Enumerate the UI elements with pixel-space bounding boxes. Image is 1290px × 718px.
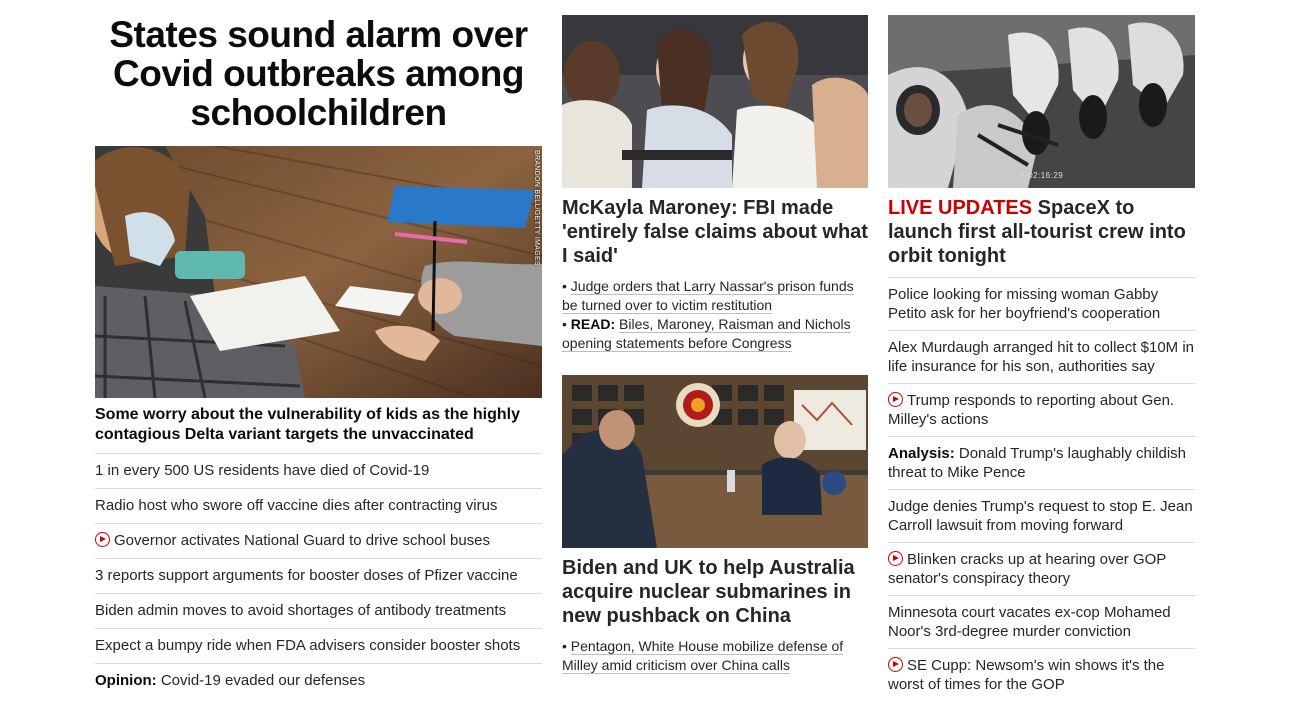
play-circle-icon <box>888 392 903 407</box>
spacex-photo[interactable]: T-02:16:29 <box>888 15 1195 188</box>
spacex-headline[interactable]: LIVE UPDATES SpaceX to launch first all-… <box>888 196 1195 268</box>
list-item-text: 1 in every 500 US residents have died of… <box>95 462 430 479</box>
list-item[interactable]: Minnesota court vacates ex-cop Mohamed N… <box>888 596 1195 649</box>
photo-credit: BRANDON BELL/GETTY IMAGES <box>533 150 540 266</box>
biden-photo[interactable] <box>562 375 868 548</box>
list-item-text: Biden admin moves to avoid shortages of … <box>95 602 507 619</box>
bullet-marker: • <box>562 638 571 654</box>
list-item-text: Judge denies Trump's request to stop E. … <box>888 498 1193 534</box>
list-item[interactable]: • Judge orders that Larry Nassar's priso… <box>562 277 868 315</box>
list-item[interactable]: SE Cupp: Newsom's win shows it's the wor… <box>888 649 1195 701</box>
list-item-text: Covid-19 evaded our defenses <box>160 672 366 689</box>
list-item[interactable]: Biden admin moves to avoid shortages of … <box>95 594 542 629</box>
lead-subheadline[interactable]: Some worry about the vulnerability of ki… <box>95 405 542 454</box>
live-updates-label: LIVE UPDATES <box>888 197 1033 219</box>
read-label: READ: <box>570 316 616 332</box>
list-item-text: Expect a bumpy ride when FDA advisers co… <box>95 637 521 654</box>
maroney-photo[interactable] <box>562 15 868 188</box>
bullet-marker: • <box>562 316 571 332</box>
lead-photo[interactable]: BRANDON BELL/GETTY IMAGES <box>95 146 542 398</box>
list-item-text: Minnesota court vacates ex-cop Mohamed N… <box>888 604 1171 640</box>
biden-related-list: • Pentagon, White House mobilize defense… <box>562 637 868 675</box>
lead-related-list: 1 in every 500 US residents have died of… <box>95 454 542 698</box>
play-circle-icon <box>95 532 110 547</box>
list-item[interactable]: 1 in every 500 US residents have died of… <box>95 454 542 489</box>
opinion-label: Opinion: <box>95 672 157 689</box>
maroney-photo-image <box>562 15 868 188</box>
analysis-label: Analysis: <box>888 445 955 462</box>
maroney-related-list: • Judge orders that Larry Nassar's priso… <box>562 277 868 353</box>
list-item[interactable]: Blinken cracks up at hearing over GOP se… <box>888 543 1195 596</box>
list-item-text: SE Cupp: Newsom's win shows it's the wor… <box>888 657 1165 693</box>
list-item-text: Governor activates National Guard to dri… <box>114 532 491 549</box>
lead-story-column: States sound alarm over Covid outbreaks … <box>95 15 542 698</box>
list-item-text: Alex Murdaugh arranged hit to collect $1… <box>888 339 1195 375</box>
spacex-photo-image <box>888 15 1195 188</box>
biden-headline[interactable]: Biden and UK to help Australia acquire n… <box>562 556 868 628</box>
right-related-list: Police looking for missing woman Gabby P… <box>888 277 1195 701</box>
list-item-text: 3 reports support arguments for booster … <box>95 567 518 584</box>
list-item[interactable]: Judge denies Trump's request to stop E. … <box>888 490 1195 543</box>
list-item-text: Blinken cracks up at hearing over GOP se… <box>888 551 1167 587</box>
list-item[interactable]: Police looking for missing woman Gabby P… <box>888 278 1195 331</box>
list-item-text: Police looking for missing woman Gabby P… <box>888 286 1161 322</box>
list-item[interactable]: • READ: Biles, Maroney, Raisman and Nich… <box>562 315 868 353</box>
play-circle-icon <box>888 551 903 566</box>
list-item[interactable]: Radio host who swore off vaccine dies af… <box>95 489 542 524</box>
right-column: T-02:16:29 LIVE UPDATES SpaceX to launch… <box>888 15 1195 701</box>
play-circle-icon <box>888 657 903 672</box>
lead-photo-image <box>95 146 542 398</box>
list-item[interactable]: 3 reports support arguments for booster … <box>95 559 542 594</box>
list-item[interactable]: • Pentagon, White House mobilize defense… <box>562 637 868 675</box>
maroney-headline[interactable]: McKayla Maroney: FBI made 'entirely fals… <box>562 196 868 268</box>
list-item[interactable]: Trump responds to reporting about Gen. M… <box>888 384 1195 437</box>
lead-headline[interactable]: States sound alarm over Covid outbreaks … <box>95 15 542 132</box>
list-item[interactable]: Alex Murdaugh arranged hit to collect $1… <box>888 331 1195 384</box>
list-item[interactable]: Analysis: Donald Trump's laughably child… <box>888 437 1195 490</box>
biden-photo-image <box>562 375 868 548</box>
middle-column: McKayla Maroney: FBI made 'entirely fals… <box>562 15 868 675</box>
list-item[interactable]: Governor activates National Guard to dri… <box>95 524 542 559</box>
list-item[interactable]: Opinion: Covid-19 evaded our defenses <box>95 664 542 698</box>
list-item-text: Radio host who swore off vaccine dies af… <box>95 497 498 514</box>
launch-timer: T-02:16:29 <box>1020 171 1064 180</box>
list-item[interactable]: Expect a bumpy ride when FDA advisers co… <box>95 629 542 664</box>
list-item-text: Judge orders that Larry Nassar's prison … <box>562 278 854 314</box>
list-item-text: Trump responds to reporting about Gen. M… <box>888 392 1175 428</box>
list-item-text: Pentagon, White House mobilize defense o… <box>562 638 844 674</box>
bullet-marker: • <box>562 278 571 294</box>
